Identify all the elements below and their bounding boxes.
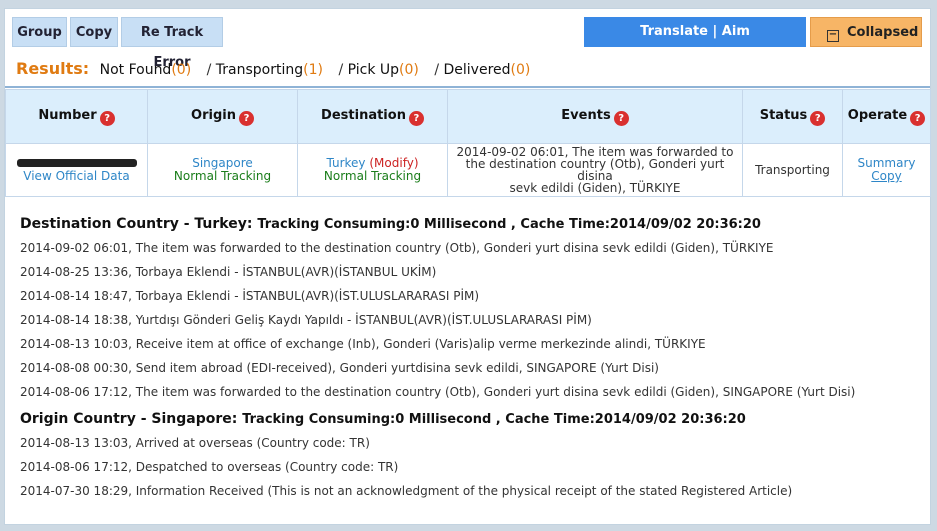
col-destination: Destination?	[297, 89, 448, 144]
delivered-count: (0)	[510, 62, 531, 78]
result-group-pick-up[interactable]: / Pick Up(0)	[338, 62, 418, 78]
help-icon[interactable]: ?	[613, 110, 629, 126]
operate-cell: Summary Copy	[842, 143, 931, 197]
table-header-row: Number? Origin? Destination? Events? Sta…	[5, 89, 931, 144]
help-icon[interactable]: ?	[408, 110, 424, 126]
tracking-table: Number? Origin? Destination? Events? Sta…	[5, 89, 931, 197]
list-item: 2014-08-13 13:03, Arrived at overseas (C…	[20, 436, 370, 450]
tracking-details: Destination Country - Turkey: Tracking C…	[20, 209, 920, 503]
col-origin: Origin?	[147, 89, 298, 144]
table-row: View Official Data Singapore Normal Trac…	[5, 143, 931, 197]
copy-link[interactable]: Copy	[871, 169, 901, 183]
copy-button[interactable]: Copy	[70, 17, 118, 47]
col-number: Number?	[5, 89, 148, 144]
col-operate: Operate?	[842, 89, 931, 144]
result-group-delivered[interactable]: / Delivered(0)	[434, 62, 530, 78]
destination-section-header: Destination Country - Turkey: Tracking C…	[20, 216, 761, 232]
events-cell: 2014-09-02 06:01, The item was forwarded…	[447, 143, 743, 197]
list-item: 2014-08-08 00:30, Send item abroad (EDI-…	[20, 361, 659, 375]
retrack-error-button[interactable]: Re Track Error	[121, 17, 223, 70]
list-item: 2014-09-02 06:01, The item was forwarded…	[20, 241, 774, 255]
divider	[5, 86, 930, 88]
list-item: 2014-08-25 13:36, Torbaya Eklendi - İSTA…	[20, 265, 437, 279]
collapse-icon: −	[827, 29, 839, 42]
origin-cell: Singapore Normal Tracking	[147, 143, 298, 197]
col-events: Events?	[447, 89, 743, 144]
origin-tracking-type: Normal Tracking	[173, 169, 272, 183]
modify-link[interactable]: (Modify)	[369, 156, 418, 170]
result-group-transporting[interactable]: / Transporting(1)	[207, 62, 323, 78]
summary-link[interactable]: Summary	[858, 156, 916, 170]
help-icon[interactable]: ?	[99, 110, 115, 126]
origin-section-header: Origin Country - Singapore: Tracking Con…	[20, 411, 746, 427]
help-icon[interactable]: ?	[238, 110, 254, 126]
results-summary: Results: Not Found(0) / Transporting(1) …	[16, 59, 541, 78]
result-group-not-found[interactable]: Not Found(0)	[100, 62, 192, 78]
group-button[interactable]: Group	[12, 17, 67, 47]
translate-button[interactable]: Translate | Aim Language:Turkish	[584, 17, 806, 69]
list-item: 2014-08-13 10:03, Receive item at office…	[20, 337, 706, 351]
not-found-count: (0)	[171, 62, 192, 78]
redacted-tracking-number	[16, 159, 137, 167]
transporting-count: (1)	[303, 62, 323, 78]
destination-tracking-type: Normal Tracking	[323, 169, 422, 183]
col-status: Status?	[742, 89, 843, 144]
collapsed-button[interactable]: − Collapsed	[810, 17, 922, 47]
results-label: Results:	[16, 59, 90, 78]
status-cell: Transporting	[742, 143, 843, 197]
list-item: 2014-08-06 17:12, The item was forwarded…	[20, 385, 856, 399]
number-cell: View Official Data	[5, 143, 148, 197]
list-item: 2014-08-14 18:47, Torbaya Eklendi - İSTA…	[20, 289, 480, 303]
view-official-data-link[interactable]: View Official Data	[23, 169, 129, 183]
list-item: 2014-08-06 17:12, Despatched to overseas…	[20, 460, 399, 474]
status-text: Transporting	[755, 162, 830, 177]
destination-cell: Turkey (Modify) Normal Tracking	[297, 143, 448, 197]
help-icon[interactable]: ?	[910, 110, 926, 126]
help-icon[interactable]: ?	[810, 110, 826, 126]
pick-up-count: (0)	[399, 62, 419, 78]
destination-country-link[interactable]: Turkey	[326, 156, 365, 170]
tracking-panel: Group Copy Re Track Error Translate | Ai…	[4, 8, 931, 525]
collapsed-label: Collapsed	[847, 25, 919, 40]
list-item: 2014-08-14 18:38, Yurtdışı Gönderi Geliş…	[20, 313, 592, 327]
origin-country-link[interactable]: Singapore	[192, 156, 253, 170]
list-item: 2014-07-30 18:29, Information Received (…	[20, 484, 793, 498]
